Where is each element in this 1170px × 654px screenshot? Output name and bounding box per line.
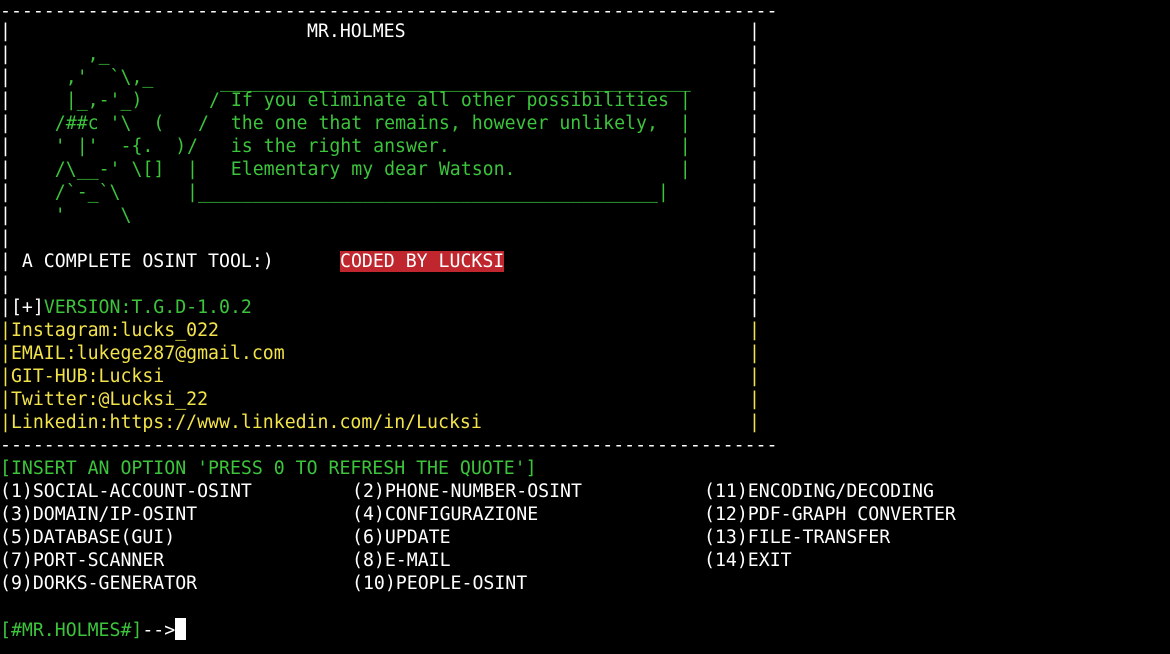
menu-option-9[interactable]: (9)DORKS-GENERATOR bbox=[0, 572, 197, 595]
banner-border-left: | bbox=[0, 274, 11, 295]
banner-border-left: | bbox=[0, 366, 11, 387]
menu-option-6[interactable]: (6)UPDATE bbox=[352, 526, 451, 549]
ascii-art-line: ,' `\,_ bbox=[11, 67, 154, 88]
tagline: A COMPLETE OSINT TOOL:) bbox=[10, 251, 274, 272]
quote-line-4: | Elementary my dear Watson. | bbox=[187, 159, 691, 180]
menu-option-8[interactable]: (8)E-MAIL bbox=[352, 549, 451, 572]
tagline-row: | A COMPLETE OSINT TOOL:) bbox=[0, 250, 274, 273]
ascii-art-line: ,_ bbox=[11, 44, 110, 65]
contact-github: |GIT-HUB:Lucksi bbox=[0, 365, 164, 388]
banner-border-right: | bbox=[749, 274, 760, 295]
menu-option-13[interactable]: (13)FILE-TRANSFER bbox=[704, 526, 890, 549]
banner-border-right: | bbox=[749, 412, 760, 433]
command-prompt[interactable]: [#MR.HOLMES#]--> bbox=[0, 618, 187, 641]
quote-line-2: / the one that remains, however unlikely… bbox=[198, 113, 691, 134]
ascii-art-line: /\__-' \[] bbox=[11, 159, 165, 180]
banner-border-right: | bbox=[749, 113, 760, 134]
menu-option-7[interactable]: (7)PORT-SCANNER bbox=[0, 549, 164, 572]
banner-border-left: | bbox=[0, 21, 11, 42]
banner-border-left: | bbox=[0, 228, 11, 249]
banner-border-right: | bbox=[749, 136, 760, 157]
terminal-window[interactable]: ----------------------------------------… bbox=[0, 0, 1170, 654]
quote-bottom-border: |_______________________________________… bbox=[187, 182, 669, 203]
quote-line-3: / is the right answer. | bbox=[187, 136, 691, 157]
banner-title: MR.HOLMES bbox=[307, 21, 406, 42]
contact-email: |EMAIL:lukege287@gmail.com bbox=[0, 342, 285, 365]
banner-border-right: | bbox=[749, 389, 760, 410]
menu-option-3[interactable]: (3)DOMAIN/IP-OSINT bbox=[0, 503, 197, 526]
menu-option-14[interactable]: (14)EXIT bbox=[704, 549, 792, 572]
contact-twitter-text: Twitter:@Lucksi_22 bbox=[10, 389, 209, 410]
banner-border-right: | bbox=[749, 159, 760, 180]
menu-option-2[interactable]: (2)PHONE-NUMBER-OSINT bbox=[352, 480, 582, 503]
banner-border-left: | bbox=[0, 343, 11, 364]
banner-border-right: | bbox=[749, 205, 760, 226]
banner-border-left: | bbox=[0, 113, 11, 134]
contact-twitter: |Twitter:@Lucksi_22 bbox=[0, 388, 208, 411]
banner-border-right: | bbox=[749, 228, 760, 249]
banner-border-right: | bbox=[749, 366, 760, 387]
banner-border-right: | bbox=[749, 320, 760, 341]
coded-by-badge: CODED BY LUCKSI bbox=[340, 250, 505, 273]
banner-border-right: | bbox=[749, 343, 760, 364]
text-cursor[interactable] bbox=[175, 618, 187, 640]
prompt-arrow: --> bbox=[142, 620, 176, 641]
menu-option-4[interactable]: (4)CONFIGURAZIONE bbox=[352, 503, 538, 526]
version-row: |[+]VERSION:T.G.D-1.0.2 bbox=[0, 296, 252, 319]
banner-border-left: | bbox=[0, 136, 11, 157]
instruction-text: [INSERT AN OPTION 'PRESS 0 TO REFRESH TH… bbox=[0, 458, 537, 479]
banner-border-right: | bbox=[749, 21, 760, 42]
quote-line-1: / If you eliminate all other possibiliti… bbox=[209, 90, 691, 111]
banner-border-right: | bbox=[749, 90, 760, 111]
contact-instagram-text: Instagram:lucks_022 bbox=[10, 320, 219, 341]
contact-instagram: |Instagram:lucks_022 bbox=[0, 319, 219, 342]
ascii-art-line: /##c '\ ( bbox=[11, 113, 165, 134]
banner-border-left: | bbox=[0, 90, 11, 111]
banner-border-left: | bbox=[0, 251, 11, 272]
menu-option-1[interactable]: (1)SOCIAL-ACCOUNT-OSINT bbox=[0, 480, 252, 503]
banner-border-left: | bbox=[0, 389, 11, 410]
ascii-art-line: /`-_`\ bbox=[11, 182, 121, 203]
banner-border-right: | bbox=[749, 251, 760, 272]
contact-email-text: EMAIL:lukege287@gmail.com bbox=[10, 343, 285, 364]
banner-border-left: | bbox=[0, 320, 11, 341]
banner-bottom-rule: ----------------------------------------… bbox=[0, 435, 778, 456]
ascii-art-line: |_,-'_) bbox=[11, 90, 143, 111]
coded-by-text: CODED BY LUCKSI bbox=[340, 251, 505, 272]
banner-border-right: | bbox=[749, 182, 760, 203]
banner-title-row: | bbox=[0, 20, 11, 43]
version-prefix: [+] bbox=[10, 297, 44, 318]
version-text: VERSION:T.G.D-1.0.2 bbox=[43, 297, 252, 318]
menu-option-12[interactable]: (12)PDF-GRAPH CONVERTER bbox=[704, 503, 956, 526]
banner-border-left: | bbox=[0, 205, 11, 226]
banner-border-right: | bbox=[749, 44, 760, 65]
banner-border-left: | bbox=[0, 412, 11, 433]
ascii-art-line: ' |' -{. ) bbox=[11, 136, 187, 157]
menu-option-10[interactable]: (10)PEOPLE-OSINT bbox=[352, 572, 527, 595]
prompt-label: [#MR.HOLMES#] bbox=[0, 620, 143, 641]
ascii-art-line: ' \ bbox=[11, 205, 132, 226]
banner-border-left: | bbox=[0, 44, 11, 65]
banner-border-left: | bbox=[0, 182, 11, 203]
banner-border-right: | bbox=[749, 297, 760, 318]
menu-option-5[interactable]: (5)DATABASE(GUI) bbox=[0, 526, 175, 549]
banner-border-left: | bbox=[0, 159, 11, 180]
contact-github-text: GIT-HUB:Lucksi bbox=[10, 366, 165, 387]
contact-linkedin-text: Linkedin:https://www.linkedin.com/in/Luc… bbox=[10, 412, 482, 433]
banner-border-right: | bbox=[749, 67, 760, 88]
banner-border-left: | bbox=[0, 297, 11, 318]
contact-linkedin: |Linkedin:https://www.linkedin.com/in/Lu… bbox=[0, 411, 482, 434]
menu-option-11[interactable]: (11)ENCODING/DECODING bbox=[704, 480, 934, 503]
banner-border-left: | bbox=[0, 67, 11, 88]
